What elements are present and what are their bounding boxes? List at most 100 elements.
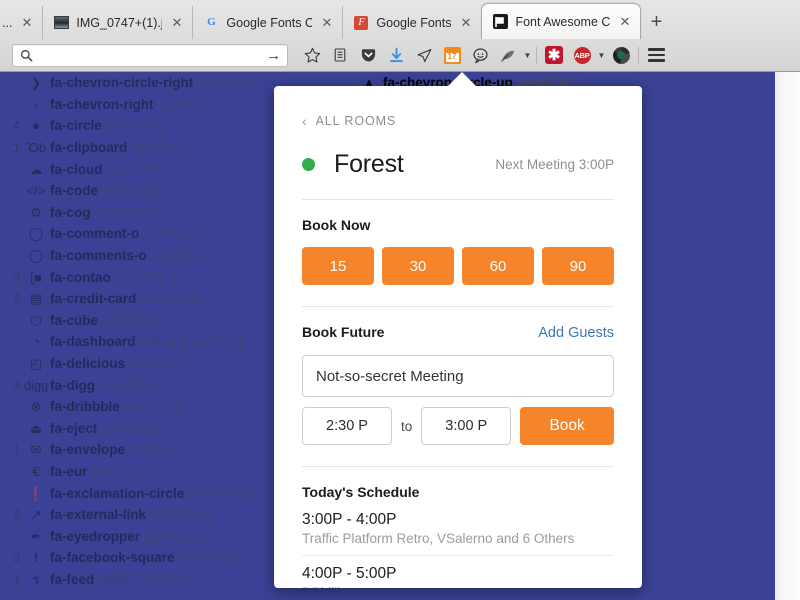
fa-version-number: 3 [13, 550, 20, 565]
browser-chrome: ... ✕ IMG_0747+(1).jp... ✕ G Google Font… [0, 0, 800, 72]
image-thumbnail-icon [53, 15, 69, 31]
duration-button-90[interactable]: 90 [542, 247, 614, 285]
tab-close-icon[interactable]: ✕ [319, 15, 334, 30]
book-now-duration-group: 15 30 60 90 [302, 247, 614, 307]
fa-glyph-icon: ◰ [29, 356, 43, 372]
reader-list-icon[interactable] [326, 42, 354, 68]
address-search-bar[interactable]: → [12, 43, 288, 67]
feather-extension-icon[interactable] [494, 42, 522, 68]
schedule-time: 3:00P - 4:00P [302, 511, 397, 528]
go-arrow-icon[interactable]: → [262, 48, 281, 63]
duration-button-15[interactable]: 15 [302, 247, 374, 285]
search-icon [20, 49, 33, 62]
fa-unicode-code: [&#xf0e4;] [181, 334, 243, 350]
fa-unicode-code: [&#xf26d;] [115, 269, 177, 285]
fa-class-name: fa-eyedropper [50, 528, 141, 544]
status-badge [302, 158, 315, 171]
bookmark-star-icon[interactable] [298, 42, 326, 68]
duration-button-60[interactable]: 60 [462, 247, 534, 285]
adblock-plus-icon[interactable]: ABP [568, 42, 596, 68]
new-tab-button[interactable]: + [641, 6, 671, 39]
fa-glyph-icon: ◯ [28, 248, 44, 264]
tab-strip: ... ✕ IMG_0747+(1).jp... ✕ G Google Font… [0, 0, 800, 39]
toolbar-icon-group: 17 ▼ ✱ ABP ▼ [298, 42, 670, 68]
fa-glyph-icon: digg [23, 377, 49, 393]
adblock-asterisk-icon[interactable]: ✱ [540, 42, 568, 68]
search-input[interactable] [33, 45, 262, 65]
fa-class-name: fa-facebook-square [50, 550, 175, 566]
send-tab-icon[interactable] [410, 42, 438, 68]
toolbar-divider [536, 46, 537, 64]
duration-button-30[interactable]: 30 [382, 247, 454, 285]
tab-title: Google Fonts Op... [226, 15, 313, 30]
tab-close-icon[interactable]: ✕ [169, 15, 184, 30]
fa-glyph-icon: ▤ [29, 291, 43, 307]
tab-google-fonts[interactable]: F Google Fonts ✕ [342, 6, 481, 39]
tab-partial[interactable]: ... ✕ [0, 6, 42, 39]
add-guests-link[interactable]: Add Guests [538, 325, 614, 341]
schedule-description: DBidilla [302, 585, 614, 588]
fa-class-name: fa-cube [50, 312, 99, 328]
chat-bubble-icon[interactable] [466, 42, 494, 68]
fa-class-name: fa-comment-o [50, 226, 140, 242]
calendar-icon[interactable]: 17 [438, 42, 466, 68]
toolbar-divider-2 [638, 46, 639, 64]
chrome-devtools-icon[interactable] [607, 42, 635, 68]
abp-label: ABP [573, 46, 591, 64]
fa-class-name: fa-cog [50, 204, 91, 220]
fa-glyph-icon: ✉ [30, 442, 42, 458]
fa-class-name: fa-eject [50, 420, 98, 436]
fa-unicode-code: [&#xf054;] [158, 96, 220, 112]
fa-unicode-code: [&#xf1fb;] [145, 528, 203, 544]
tab-image[interactable]: IMG_0747+(1).jp... ✕ [42, 6, 192, 39]
fa-class-name: fa-clipboard [50, 140, 128, 156]
tab-title: ... [2, 15, 13, 30]
font-awesome-icon [492, 14, 508, 30]
fa-unicode-code: [&#xf09e;] [140, 571, 201, 587]
tab-close-icon[interactable]: ✕ [617, 14, 632, 29]
fa-class-name: fa-digg [50, 377, 95, 393]
fa-unicode-code: [&#xf0e6;] [151, 248, 213, 264]
fa-unicode-code: [&#xf0e5;] [144, 226, 206, 242]
fa-unicode-code: [&#xf0ea;] [132, 140, 194, 156]
book-now-header-row: Book Now [302, 217, 614, 233]
download-arrow-icon[interactable] [382, 42, 410, 68]
fa-glyph-icon: ร [32, 571, 40, 587]
fa-class-name: fa-feed [50, 571, 95, 587]
back-to-all-rooms-link[interactable]: ‹ ALL ROOMS [302, 114, 614, 128]
fa-unicode-code: [&#xf0e0;] [130, 442, 191, 458]
fa-unicode-code: [&#xf09d;] [141, 291, 203, 307]
fa-alias-label: (alias) [98, 571, 136, 587]
fa-unicode-code: [&#xf082;] [179, 550, 241, 566]
tab-close-icon[interactable]: ✕ [458, 15, 473, 30]
tab-font-awesome-cheatsheet[interactable]: Font Awesome C... ✕ [481, 3, 642, 39]
end-time-input[interactable] [421, 407, 512, 445]
start-time-input[interactable] [302, 407, 392, 445]
pocket-icon[interactable] [354, 42, 382, 68]
fa-class-name: fa-dashboard [50, 334, 136, 350]
schedule-time: 4:00P - 5:00P [302, 565, 397, 582]
fa-glyph-icon: ◔ [32, 334, 40, 350]
schedule-list-item[interactable]: 3:00P - 4:00P Traffic Platform Retro, VS… [302, 511, 614, 556]
chevron-down-icon-2[interactable]: ▼ [596, 51, 607, 60]
tab-google-fonts-op[interactable]: G Google Fonts Op... ✕ [192, 6, 342, 39]
popup-pointer-arrow [447, 72, 477, 87]
book-button[interactable]: Book [520, 407, 614, 445]
room-booking-popup: ‹ ALL ROOMS Forest Next Meeting 3:00P Bo… [274, 86, 642, 588]
fa-unicode-code: [&#xf138;] [198, 75, 260, 91]
book-now-heading: Book Now [302, 217, 371, 233]
meeting-title-input[interactable] [302, 355, 614, 397]
fa-class-name: fa-code [50, 183, 99, 199]
fa-class-name: fa-external-link [50, 507, 147, 523]
tab-close-icon[interactable]: ✕ [19, 15, 34, 30]
fa-version-number: .1 [9, 572, 20, 587]
fa-class-name: fa-comments-o [50, 248, 147, 264]
fa-glyph-icon: ◯ [28, 226, 44, 242]
hamburger-menu-icon[interactable] [642, 42, 670, 68]
fa-unicode-code: [&#xf1a6;] [100, 377, 161, 393]
tab-title: Google Fonts [376, 15, 452, 30]
chevron-down-icon[interactable]: ▼ [522, 51, 533, 60]
schedule-list-item[interactable]: 4:00P - 5:00P DBidilla [302, 565, 614, 588]
fa-glyph-icon: › [33, 96, 39, 112]
to-label: to [401, 418, 413, 434]
